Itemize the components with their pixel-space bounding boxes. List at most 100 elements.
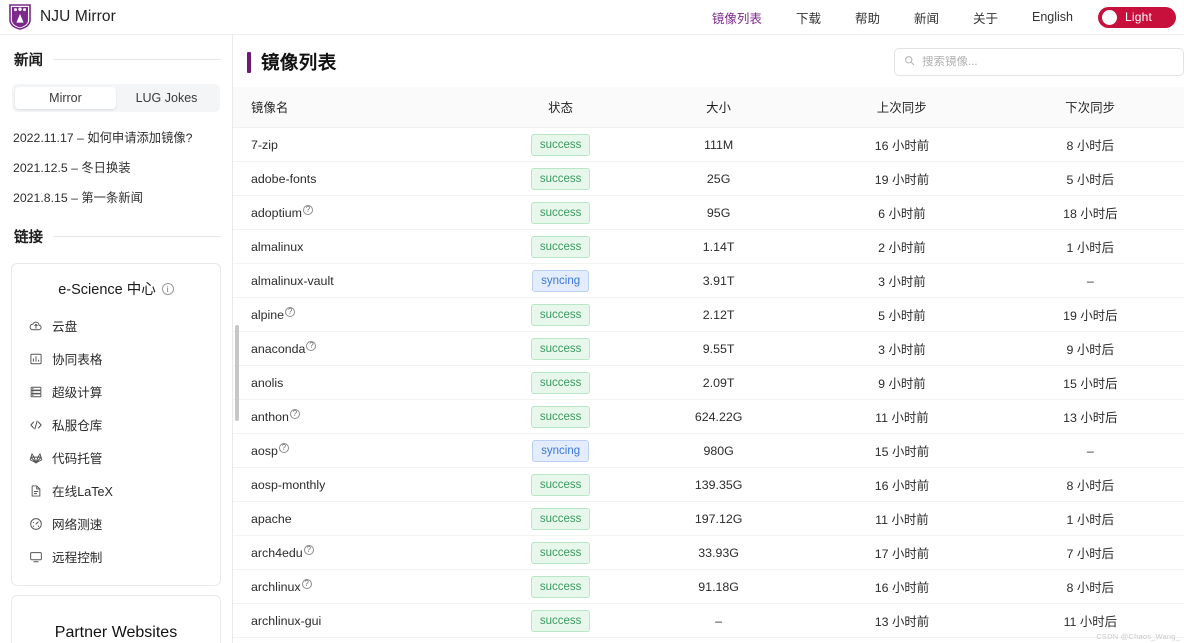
nav-item-news[interactable]: 新闻: [897, 8, 956, 27]
sidebar-link-online-latex[interactable]: 在线LaTeX: [12, 474, 220, 507]
cell-last-sync: 6 小时前: [807, 196, 996, 230]
cell-status: success: [491, 536, 630, 570]
help-question-icon[interactable]: ?: [285, 307, 295, 317]
table-row[interactable]: archlinux?success91.18G16 小时前8 小时后: [233, 570, 1184, 604]
table-row[interactable]: almalinuxsuccess1.14T2 小时前1 小时后: [233, 230, 1184, 264]
news-item[interactable]: 2021.12.5 – 冬日换装: [13, 152, 219, 182]
gitlab-fox-icon: [29, 451, 43, 465]
title-accent-bar-icon: [247, 52, 251, 73]
help-question-icon[interactable]: ?: [302, 579, 312, 589]
status-badge: success: [531, 508, 591, 530]
cell-status: syncing: [491, 264, 630, 298]
sidebar-link-supercomputing[interactable]: 超级计算: [12, 375, 220, 408]
table-row[interactable]: anthon?success624.22G11 小时前13 小时后: [233, 400, 1184, 434]
cell-status: success: [491, 332, 630, 366]
help-question-icon[interactable]: ?: [303, 205, 313, 215]
help-question-icon[interactable]: ?: [306, 341, 316, 351]
cell-mirror-name[interactable]: anaconda?: [233, 332, 491, 366]
column-header-size[interactable]: 大小: [630, 87, 807, 128]
column-header-status[interactable]: 状态: [491, 87, 630, 128]
table-row[interactable]: almalinux-vaultsyncing3.91T3 小时前–: [233, 264, 1184, 298]
status-badge: success: [531, 406, 591, 428]
nav-item-mirror-list[interactable]: 镜像列表: [695, 8, 779, 27]
table-row[interactable]: anaconda?success9.55T3 小时前9 小时后: [233, 332, 1184, 366]
links-section-header: 链接: [11, 212, 221, 254]
brand-logo-group[interactable]: NJU Mirror: [9, 4, 116, 30]
help-question-icon[interactable]: ?: [290, 409, 300, 419]
cell-mirror-name[interactable]: archlinux-gui: [233, 604, 491, 638]
nav-item-download[interactable]: 下载: [779, 8, 838, 27]
cell-mirror-name[interactable]: archlinux?: [233, 570, 491, 604]
sidebar-link-speed-test[interactable]: 网络测速: [12, 507, 220, 540]
status-badge: syncing: [532, 440, 589, 462]
table-row[interactable]: archlinux-guisuccess–13 小时前11 小时后: [233, 604, 1184, 638]
table-row[interactable]: adobe-fontssuccess25G19 小时前5 小时后: [233, 162, 1184, 196]
cell-status: success: [491, 298, 630, 332]
help-question-icon[interactable]: ?: [304, 545, 314, 555]
mirror-name-label: archlinux-gui: [251, 614, 321, 628]
mirror-name-label: adobe-fonts: [251, 172, 316, 186]
theme-toggle-switch[interactable]: Light: [1098, 7, 1176, 28]
cell-next-sync: 8 小时后: [997, 468, 1184, 502]
cell-last-sync: 9 小时前: [807, 366, 996, 400]
mirror-name-label: anaconda: [251, 342, 305, 356]
nav-links: 镜像列表 下载 帮助 新闻 关于 English Light: [695, 7, 1176, 28]
cell-mirror-name[interactable]: aosp-monthly: [233, 468, 491, 502]
table-row[interactable]: aosp?syncing980G15 小时前–: [233, 434, 1184, 468]
tab-mirror[interactable]: Mirror: [15, 87, 116, 109]
table-row[interactable]: alpine?success2.12T5 小时前19 小时后: [233, 298, 1184, 332]
main-scrollbar-thumb[interactable]: [235, 325, 239, 421]
theme-toggle-label: Light: [1125, 10, 1152, 24]
cell-mirror-name[interactable]: alpine?: [233, 298, 491, 332]
sidebar-link-cloud-disk[interactable]: 云盘: [12, 309, 220, 342]
search-icon: [904, 53, 915, 71]
cell-size: 95G: [630, 196, 807, 230]
tab-lug-jokes[interactable]: LUG Jokes: [116, 87, 217, 109]
cell-mirror-name[interactable]: aosp?: [233, 434, 491, 468]
column-header-next-sync[interactable]: 下次同步: [997, 87, 1184, 128]
table-row[interactable]: anolissuccess2.09T9 小时前15 小时后: [233, 366, 1184, 400]
column-header-mirror-name[interactable]: 镜像名: [233, 87, 491, 128]
info-circle-icon[interactable]: i: [162, 283, 174, 295]
table-row[interactable]: arch4edu?success33.93G17 小时前7 小时后: [233, 536, 1184, 570]
news-item[interactable]: 2021.8.15 – 第一条新闻: [13, 182, 219, 212]
cell-mirror-name[interactable]: anolis: [233, 366, 491, 400]
cell-mirror-name[interactable]: apache: [233, 502, 491, 536]
status-badge: success: [531, 134, 591, 156]
cell-last-sync: 16 小时前: [807, 468, 996, 502]
cell-mirror-name[interactable]: almalinux-vault: [233, 264, 491, 298]
search-box[interactable]: [894, 48, 1184, 76]
table-row[interactable]: apachesuccess197.12G11 小时前1 小时后: [233, 502, 1184, 536]
cell-mirror-name[interactable]: adobe-fonts: [233, 162, 491, 196]
cell-mirror-name[interactable]: arch4edu?: [233, 536, 491, 570]
column-header-last-sync[interactable]: 上次同步: [807, 87, 996, 128]
sidebar-link-collaborative-sheet[interactable]: 协同表格: [12, 342, 220, 375]
mirror-name-label: arch4edu: [251, 546, 303, 560]
sidebar-link-code-hosting[interactable]: 代码托管: [12, 441, 220, 474]
mirror-name-label: alpine: [251, 308, 284, 322]
table-row[interactable]: adoptium?success95G6 小时前18 小时后: [233, 196, 1184, 230]
nav-item-english[interactable]: English: [1015, 10, 1090, 24]
cell-last-sync: 16 小时前: [807, 128, 996, 162]
brand-title: NJU Mirror: [40, 8, 116, 26]
sidebar-link-private-repo[interactable]: 私服仓库: [12, 408, 220, 441]
nav-item-help[interactable]: 帮助: [838, 8, 897, 27]
mirror-name-label: anthon: [251, 410, 289, 424]
cell-mirror-name[interactable]: adoptium?: [233, 196, 491, 230]
mirror-name-label: adoptium: [251, 206, 302, 220]
mirror-table: 镜像名 状态 大小 上次同步 下次同步 7-zipsuccess111M16 小…: [233, 87, 1184, 638]
search-input[interactable]: [922, 56, 1174, 68]
cell-mirror-name[interactable]: anthon?: [233, 400, 491, 434]
table-row[interactable]: 7-zipsuccess111M16 小时前8 小时后: [233, 128, 1184, 162]
cell-mirror-name[interactable]: 7-zip: [233, 128, 491, 162]
main-content: 镜像列表 镜像名 状: [233, 34, 1184, 643]
help-question-icon[interactable]: ?: [279, 443, 289, 453]
toggle-knob-icon: [1102, 10, 1117, 25]
cell-last-sync: 16 小时前: [807, 570, 996, 604]
news-item[interactable]: 2022.11.17 – 如何申请添加镜像?: [13, 122, 219, 152]
status-badge: success: [531, 338, 591, 360]
cell-mirror-name[interactable]: almalinux: [233, 230, 491, 264]
sidebar-link-remote-control[interactable]: 远程控制: [12, 540, 220, 573]
table-row[interactable]: aosp-monthlysuccess139.35G16 小时前8 小时后: [233, 468, 1184, 502]
nav-item-about[interactable]: 关于: [956, 8, 1015, 27]
